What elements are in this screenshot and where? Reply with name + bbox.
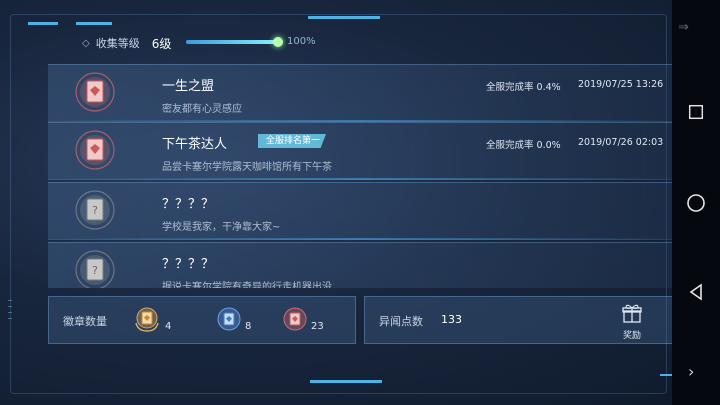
bottom-center-decoration — [310, 380, 382, 383]
achievement-title: 下午茶达人 — [162, 137, 228, 152]
left-tick — [8, 300, 12, 301]
top-center-decoration — [308, 16, 380, 19]
home-icon — [687, 194, 705, 212]
level-value: 6级 — [151, 36, 172, 51]
double-arrow-icon: ⇒ — [678, 20, 689, 35]
red-badge-count: 23 — [311, 321, 324, 332]
home-button[interactable] — [684, 191, 708, 215]
left-tick — [8, 306, 12, 307]
blue-badge-count: 8 — [245, 321, 252, 332]
badge-stats-label: 徽章数量 — [63, 315, 107, 328]
svg-text:?: ? — [92, 264, 98, 277]
achievement-title: 一生之盟 — [162, 79, 215, 94]
collection-level-header: ◇ 收集等级 6级 — [82, 34, 171, 52]
gold-medal-icon — [133, 305, 161, 333]
level-progress-bar — [186, 37, 283, 47]
row-glow — [48, 238, 672, 240]
points-panel: 异闻点数 133 奖励 — [364, 296, 675, 344]
achievement-description: 品尝卡塞尔学院露天咖啡馆所有下午茶 — [162, 162, 332, 173]
locked-badge-icon: ? — [74, 249, 116, 288]
achievement-date: 2019/07/26 02:03 — [578, 137, 664, 148]
achievement-date: 2019/07/25 13:26 — [578, 79, 664, 90]
row-glow — [48, 178, 672, 180]
back-button[interactable] — [684, 280, 708, 304]
level-label: 收集等级 — [95, 37, 140, 50]
diamond-icon: ◇ — [82, 37, 90, 49]
achievement-completion-rate: 全服完成率 0.4% — [486, 82, 561, 93]
blue-medal-icon — [215, 305, 243, 333]
level-progress-knob — [273, 37, 283, 47]
left-tick — [8, 318, 12, 319]
level-progress-percent: 100% — [287, 36, 316, 47]
level-progress-fill — [186, 40, 280, 44]
points-label: 异闻点数 — [379, 315, 423, 328]
locked-badge-icon: ? — [74, 189, 116, 231]
achievement-description: 据说卡塞尔学院有奇异的行走机器出没 — [162, 282, 332, 288]
achievement-title: ？？？？ — [162, 257, 215, 272]
achievement-badge-icon — [74, 129, 116, 171]
badge-stats-panel: 徽章数量 4 8 23 — [48, 296, 356, 344]
rank-tag: 全服排名第一 — [258, 134, 327, 148]
achievement-completion-rate: 全服完成率 0.0% — [486, 140, 561, 151]
achievement-row[interactable]: ? ？？？？ 据说卡塞尔学院有奇异的行走机器出没 — [48, 242, 672, 288]
achievement-description: 学校是我家，干净靠大家~ — [162, 222, 281, 233]
red-medal-icon — [281, 305, 309, 333]
achievement-description: 密友都有心灵感应 — [162, 104, 242, 115]
svg-text:?: ? — [92, 204, 98, 217]
gold-badge-count: 4 — [165, 321, 172, 332]
points-value: 133 — [441, 313, 462, 326]
achievement-title: ？？？？ — [162, 197, 215, 212]
gift-icon — [621, 304, 643, 327]
top-left-decoration-2 — [76, 22, 112, 25]
recent-apps-icon — [688, 104, 704, 120]
back-icon — [689, 283, 702, 301]
left-tick — [8, 312, 12, 313]
top-left-decoration — [28, 22, 58, 25]
achievement-row[interactable]: 下午茶达人 全服排名第一 品尝卡塞尔学院露天咖啡馆所有下午茶 全服完成率 0.0… — [48, 122, 672, 180]
achievement-badge-icon — [74, 71, 116, 113]
achievement-row[interactable]: ? ？？？？ 学校是我家，干净靠大家~ — [48, 182, 672, 240]
recent-apps-button[interactable] — [684, 100, 708, 124]
achievement-list[interactable]: 一生之盟 密友都有心灵感应 全服完成率 0.4% 2019/07/25 13:2… — [48, 62, 672, 288]
reward-label: 奖励 — [622, 331, 641, 341]
system-navigation-bar — [672, 0, 720, 405]
achievement-row[interactable]: 一生之盟 密友都有心灵感应 全服完成率 0.4% 2019/07/25 13:2… — [48, 64, 672, 122]
chevron-right-icon[interactable]: › — [688, 362, 694, 381]
reward-button[interactable]: 奖励 — [617, 303, 647, 341]
